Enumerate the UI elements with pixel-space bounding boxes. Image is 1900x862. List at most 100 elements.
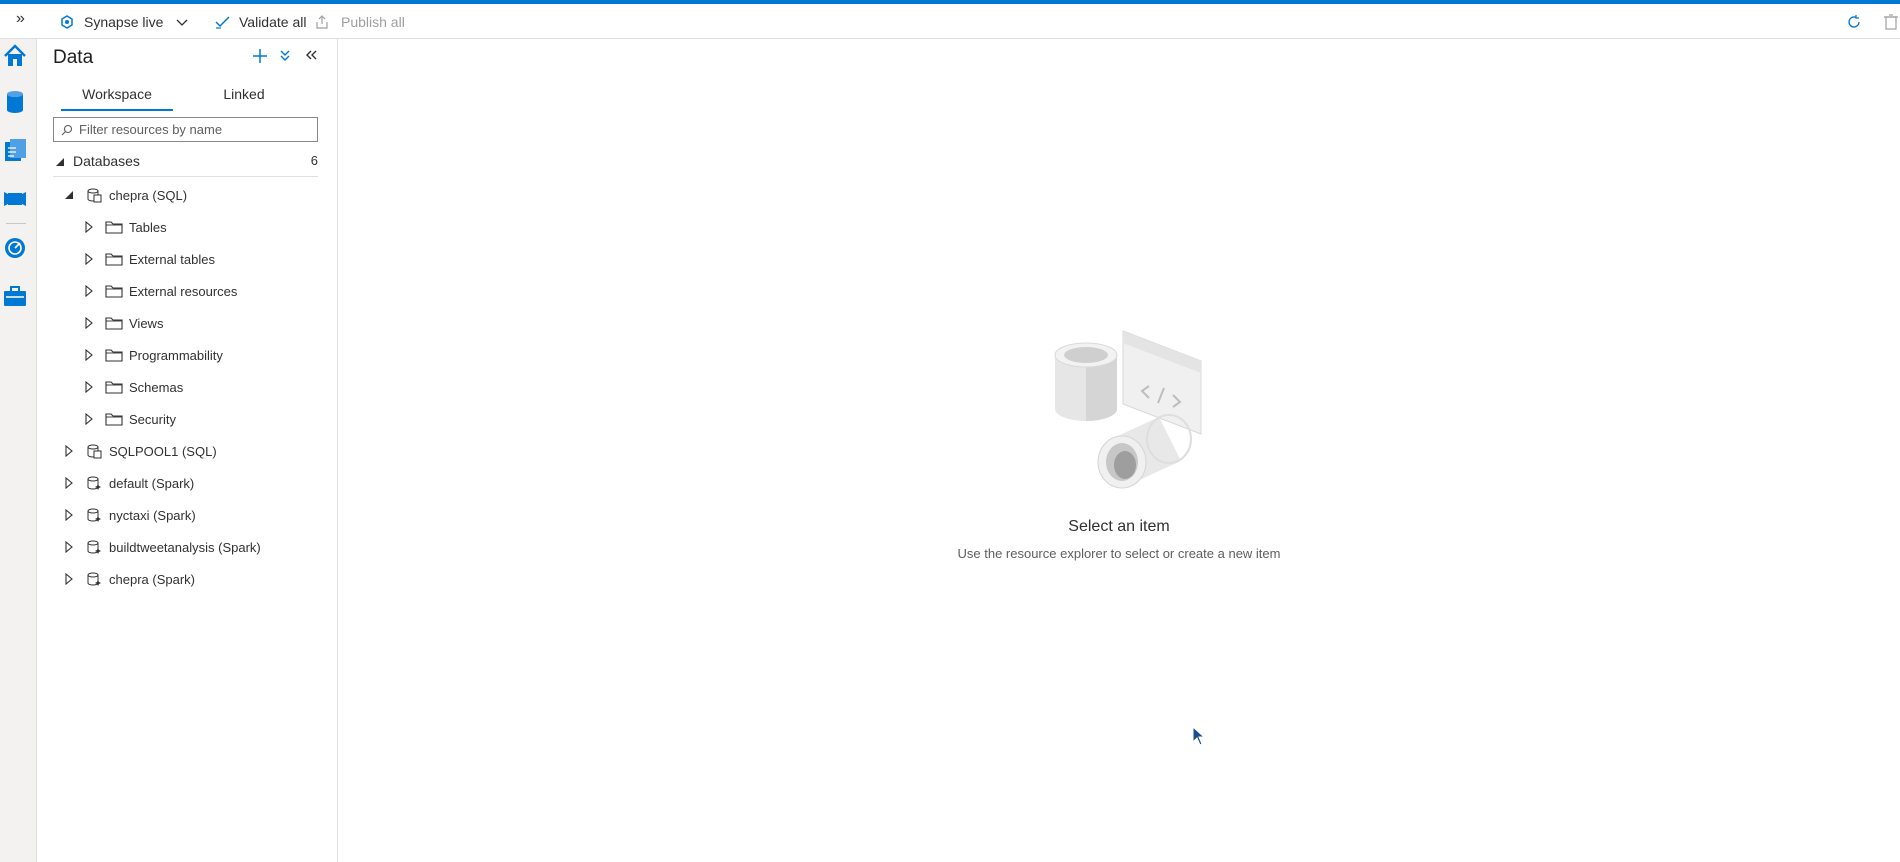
top-toolbar: » Synapse live Validate all Publish all [0, 4, 1900, 39]
collapsed-triangle-icon[interactable] [83, 381, 95, 393]
expanded-triangle-icon[interactable] [63, 189, 75, 201]
tree-item-label: default (Spark) [109, 475, 195, 491]
left-nav-rail [0, 39, 37, 862]
data-icon[interactable] [2, 89, 28, 115]
double-chevron-down-icon [280, 50, 290, 61]
publish-icon [316, 14, 328, 29]
filter-input[interactable] [77, 121, 316, 138]
validate-all-button[interactable]: Validate all [215, 4, 306, 39]
tree-item[interactable]: Programmability [37, 340, 337, 370]
mode-dropdown-button[interactable] [176, 4, 188, 39]
tree-item[interactable]: SQLPOOL1 (SQL) [37, 436, 337, 466]
collapsed-triangle-icon[interactable] [83, 413, 95, 425]
data-explorer-panel: Data Workspace Linked Databases 6 chepra… [37, 39, 338, 862]
folder-icon [105, 253, 123, 266]
collapsed-triangle-icon[interactable] [83, 285, 95, 297]
main-canvas: Select an item Use the resource explorer… [338, 39, 1900, 862]
tree-item-label: chepra (SQL) [109, 187, 188, 203]
chevron-down-icon [176, 19, 188, 26]
develop-icon[interactable] [2, 137, 28, 163]
add-resource-button[interactable] [252, 48, 268, 69]
folder-icon [105, 317, 123, 330]
collapsed-triangle-icon[interactable] [83, 317, 95, 329]
folder-icon [105, 285, 123, 298]
databases-label: Databases [73, 153, 140, 169]
filter-search-box [53, 117, 318, 142]
mode-selector[interactable]: Synapse live [60, 4, 163, 39]
double-chevron-left-icon [306, 50, 317, 60]
tab-linked[interactable]: Linked [208, 79, 280, 109]
collapsed-triangle-icon[interactable] [63, 509, 75, 521]
spark-database-icon [87, 540, 101, 554]
collapsed-triangle-icon[interactable] [63, 573, 75, 585]
spark-database-icon [87, 572, 101, 586]
collapsed-triangle-icon[interactable] [83, 349, 95, 361]
plus-icon [253, 49, 267, 63]
tree-item[interactable]: buildtweetanalysis (Spark) [37, 532, 337, 562]
collapse-all-button[interactable] [279, 48, 291, 67]
folder-icon [105, 221, 123, 234]
discard-button[interactable] [1884, 4, 1898, 39]
empty-state-title: Select an item [1068, 518, 1170, 535]
collapsed-triangle-icon[interactable] [63, 477, 75, 489]
tree-item[interactable]: Security [37, 404, 337, 434]
expanded-triangle-icon [56, 158, 64, 166]
rail-divider [6, 223, 26, 224]
collapsed-triangle-icon[interactable] [83, 253, 95, 265]
tree-item-label: Security [129, 411, 176, 427]
tree-item-label: Tables [129, 219, 167, 235]
tree-item-label: Schemas [129, 379, 184, 395]
discard-icon [1884, 13, 1898, 30]
validate-all-label: Validate all [239, 13, 307, 30]
refresh-button[interactable] [1846, 4, 1862, 39]
collapse-panel-button[interactable] [304, 48, 318, 66]
empty-state-subtitle: Use the resource explorer to select or c… [957, 546, 1281, 561]
search-icon [61, 124, 73, 135]
folder-icon [105, 349, 123, 362]
spark-database-icon [87, 476, 101, 490]
publish-all-button[interactable]: Publish all [315, 4, 405, 39]
tree-item[interactable]: Schemas [37, 372, 337, 402]
tree-item[interactable]: chepra (SQL) [37, 180, 337, 210]
sql-database-icon [87, 444, 102, 459]
tree-item-label: SQLPOOL1 (SQL) [109, 443, 217, 459]
tree-item[interactable]: External resources [37, 276, 337, 306]
mouse-cursor-icon [1192, 726, 1206, 746]
tree-item-label: buildtweetanalysis (Spark) [109, 539, 261, 555]
tree-item[interactable]: nyctaxi (Spark) [37, 500, 337, 530]
publish-all-label: Publish all [341, 13, 405, 30]
folder-icon [105, 413, 123, 426]
manage-icon[interactable] [2, 283, 28, 309]
tree-item-label: Programmability [129, 347, 223, 363]
expand-nav-icon[interactable]: » [16, 10, 25, 28]
empty-state-illustration [1054, 330, 1202, 489]
sql-database-icon [87, 188, 102, 203]
tree-item[interactable]: chepra (Spark) [37, 564, 337, 594]
collapsed-triangle-icon[interactable] [63, 445, 75, 457]
synapse-icon [61, 14, 73, 29]
validate-check-icon [215, 15, 230, 29]
spark-database-icon [87, 508, 101, 522]
integrate-icon[interactable] [2, 185, 28, 211]
folder-icon [105, 381, 123, 394]
collapsed-triangle-icon[interactable] [63, 541, 75, 553]
panel-title: Data [53, 47, 94, 68]
tree-item-label: External tables [129, 251, 215, 267]
panel-tabs: Workspace Linked [53, 79, 318, 111]
tree-item-label: External resources [129, 283, 238, 299]
tree-item[interactable]: default (Spark) [37, 468, 337, 498]
tree-item[interactable]: External tables [37, 244, 337, 274]
home-icon[interactable] [2, 43, 28, 69]
tree-item[interactable]: Tables [37, 212, 337, 242]
tree-item-label: chepra (Spark) [109, 571, 195, 587]
collapsed-triangle-icon[interactable] [83, 221, 95, 233]
monitor-icon[interactable] [2, 235, 28, 261]
databases-count: 6 [310, 153, 318, 168]
mode-label: Synapse live [84, 13, 164, 30]
refresh-icon [1848, 14, 1860, 28]
databases-section-header[interactable]: Databases 6 [53, 147, 318, 177]
tab-workspace[interactable]: Workspace [61, 79, 173, 111]
tree-item[interactable]: Views [37, 308, 337, 338]
tree-item-label: nyctaxi (Spark) [109, 507, 196, 523]
tree-item-label: Views [129, 315, 164, 331]
